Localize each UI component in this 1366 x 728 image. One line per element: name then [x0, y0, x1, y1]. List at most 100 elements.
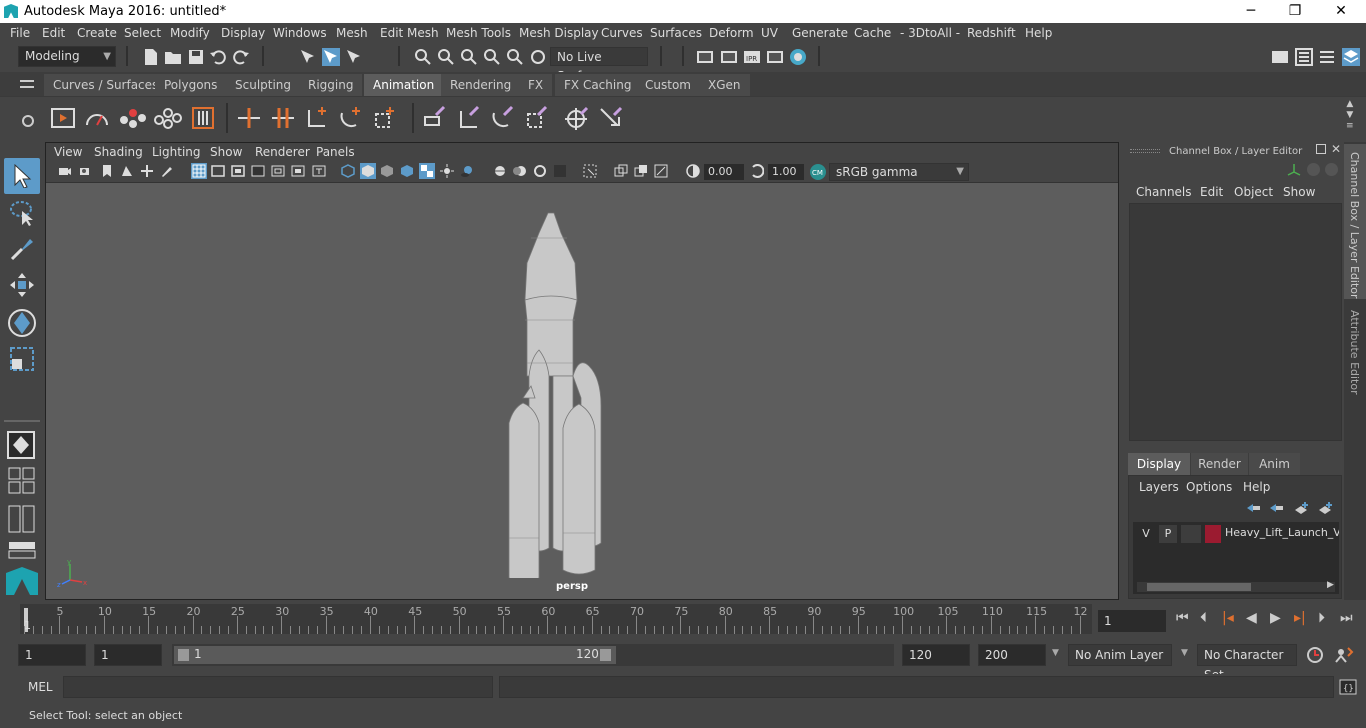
go-to-start-icon[interactable]: ⏮	[1176, 610, 1189, 626]
side-tab-channel-box[interactable]: Channel Box / Layer Editor	[1344, 144, 1366, 299]
panel-drag-handle[interactable]	[1130, 149, 1160, 153]
resolution-gate-icon[interactable]	[231, 164, 245, 178]
edit-menu[interactable]: Edit	[1200, 185, 1223, 199]
channel-box-toggle-icon[interactable]	[1342, 48, 1360, 66]
scale-constraint-icon[interactable]	[524, 105, 550, 131]
trax-editor-icon[interactable]	[153, 105, 183, 131]
aim-constraint-icon[interactable]	[564, 105, 590, 131]
image-plane-icon[interactable]	[120, 164, 134, 178]
graph-editor-icon[interactable]	[84, 105, 110, 131]
render-view-icon[interactable]	[696, 48, 714, 66]
step-back-key-icon[interactable]: |◂	[1222, 610, 1234, 626]
layer-horizontal-scrollbar[interactable]: ▶	[1137, 580, 1335, 592]
snap-to-point-icon[interactable]	[460, 48, 478, 66]
menu-deform[interactable]: Deform	[709, 26, 754, 40]
make-live-icon[interactable]	[529, 48, 547, 66]
single-perspective-layout-icon[interactable]	[6, 430, 36, 460]
layer-tab-anim[interactable]: Anim	[1248, 453, 1300, 475]
shelf-tab-animation[interactable]: Animation	[364, 74, 445, 96]
rocket-model[interactable]	[501, 208, 621, 578]
snap-to-surface-icon[interactable]	[506, 48, 524, 66]
save-scene-icon[interactable]	[187, 48, 205, 66]
open-scene-icon[interactable]	[164, 48, 182, 66]
safe-title-icon[interactable]	[312, 164, 326, 178]
move-layer-down-icon[interactable]	[1268, 501, 1284, 515]
layer-visibility-toggle[interactable]: V	[1137, 525, 1155, 543]
sync-toggle-icon[interactable]	[1325, 163, 1338, 176]
scene-end-field[interactable]: 200	[978, 644, 1046, 666]
redo-icon[interactable]	[232, 48, 250, 66]
anim-layer-dropdown[interactable]: No Anim Layer	[1068, 644, 1172, 666]
shelf-tab-sculpting[interactable]: Sculpting	[226, 74, 302, 96]
menu-create[interactable]: Create	[77, 26, 117, 40]
step-forward-key-icon[interactable]: ▸|	[1294, 610, 1306, 626]
four-view-layout-icon[interactable]	[8, 467, 36, 495]
hypershade-icon[interactable]	[789, 48, 807, 66]
select-tool-button[interactable]	[4, 158, 40, 194]
script-editor-icon[interactable]: {}	[1339, 679, 1357, 695]
render-settings-icon[interactable]	[766, 48, 784, 66]
side-tab-attribute-editor[interactable]: Attribute Editor	[1344, 302, 1366, 402]
exposure-field[interactable]: 0.00	[704, 164, 744, 180]
dope-sheet-icon[interactable]	[118, 105, 148, 131]
menu-help[interactable]: Help	[1025, 26, 1052, 40]
smooth-shade-all-icon[interactable]	[360, 163, 376, 179]
grease-pencil-icon[interactable]	[160, 164, 174, 178]
help-menu[interactable]: Help	[1243, 480, 1270, 494]
menu-mesh[interactable]: Mesh	[336, 26, 368, 40]
menu-mesh-display[interactable]: Mesh Display	[519, 26, 599, 40]
camera-attributes-icon[interactable]	[79, 164, 93, 178]
layer-tab-render[interactable]: Render	[1190, 453, 1248, 475]
parent-constraint-icon[interactable]	[422, 105, 448, 131]
menu-mesh-tools[interactable]: Mesh Tools	[446, 26, 511, 40]
layer-tab-display[interactable]: Display	[1128, 453, 1190, 475]
mel-input[interactable]	[63, 676, 493, 698]
screen-space-ao-icon[interactable]	[493, 164, 507, 178]
lasso-tool-icon[interactable]	[8, 199, 36, 227]
use-all-lights-icon[interactable]	[440, 164, 454, 178]
highlight-toggle-icon[interactable]	[1307, 163, 1320, 176]
isolate-select-icon[interactable]	[583, 164, 597, 178]
menu-edit-mesh[interactable]: Edit Mesh	[380, 26, 439, 40]
scale-tool-icon[interactable]	[8, 345, 36, 373]
rotate-tool-icon[interactable]	[6, 307, 38, 339]
select-by-hierarchy-icon[interactable]	[299, 48, 317, 66]
restore-button[interactable]: ❐	[1272, 0, 1318, 23]
axis-small-icon[interactable]	[1286, 162, 1302, 178]
default-material-icon[interactable]	[380, 164, 394, 178]
live-surface-field[interactable]: No Live Surface	[550, 47, 648, 83]
viewport-canvas[interactable]: persp y x z	[46, 183, 1118, 599]
menu-curves[interactable]: Curves	[601, 26, 643, 40]
gate-mask-icon[interactable]	[251, 164, 265, 178]
shelf-tab-rigging[interactable]: Rigging	[299, 74, 364, 96]
current-frame-field[interactable]: 1	[1098, 610, 1166, 632]
float-panel-icon[interactable]	[1316, 144, 1326, 154]
xray-joints-icon[interactable]	[654, 164, 668, 178]
panel-menu-shading[interactable]: Shading	[94, 145, 143, 159]
attribute-editor-toggle-icon[interactable]	[1295, 48, 1313, 66]
auto-key-icon[interactable]	[1306, 646, 1324, 664]
shelf-tab-curves-surfaces[interactable]: Curves / Surfaces	[44, 74, 169, 96]
go-to-end-icon[interactable]: ⏭	[1340, 610, 1353, 626]
paint-select-tool-icon[interactable]	[8, 235, 36, 263]
panel-menu-show[interactable]: Show	[210, 145, 242, 159]
minimize-button[interactable]: ─	[1228, 0, 1274, 23]
menu-select[interactable]: Select	[124, 26, 161, 40]
motion-blur-icon[interactable]	[513, 164, 527, 178]
snap-to-grid-icon[interactable]	[414, 48, 432, 66]
chevron-down-icon[interactable]: ▼	[1181, 648, 1188, 658]
time-slider-track[interactable]: 1 5 10 15 20 25 30 35 40 45 50 55 60 65 70 75 80 85 90 95 1…	[20, 604, 1092, 634]
shelf-settings-gear-icon[interactable]	[21, 114, 35, 128]
scene-start-field[interactable]: 1	[18, 644, 86, 666]
shelf-tab-xgen[interactable]: XGen	[699, 74, 751, 96]
panel-menu-view[interactable]: View	[54, 145, 82, 159]
chevron-down-icon[interactable]: ▼	[1052, 648, 1059, 658]
menu-surfaces[interactable]: Surfaces	[650, 26, 702, 40]
options-menu[interactable]: Options	[1186, 480, 1232, 494]
range-start-handle[interactable]	[178, 649, 189, 661]
close-button[interactable]: ✕	[1318, 0, 1364, 23]
time-editor-icon[interactable]	[190, 105, 216, 131]
set-breakdown-icon[interactable]	[270, 105, 296, 131]
modeling-toolkit-icon[interactable]	[1271, 48, 1289, 66]
tool-settings-toggle-icon[interactable]	[1318, 48, 1336, 66]
